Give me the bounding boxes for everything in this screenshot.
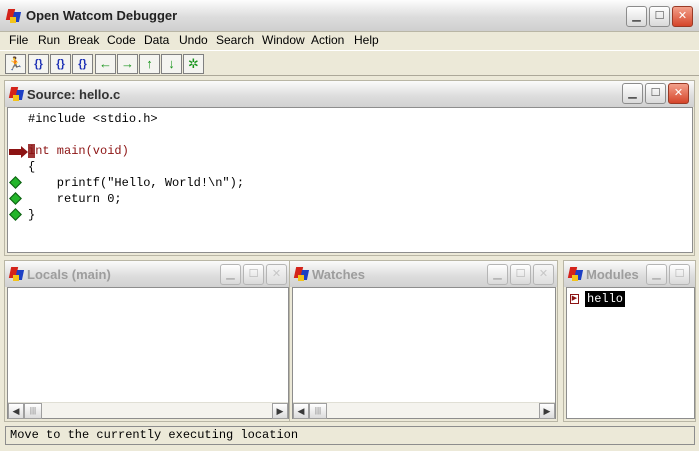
scroll-thumb[interactable]: |||: [309, 403, 327, 419]
down-stack-arrow-icon[interactable]: ↓: [161, 54, 182, 74]
return-to-caller-icon[interactable]: {}: [72, 54, 93, 74]
watches-window[interactable]: Watches ▁ ☐ ✕ ◀ ||| ▶: [289, 260, 558, 422]
up-stack-arrow-icon[interactable]: ↑: [139, 54, 160, 74]
source-window[interactable]: Source: hello.c ▁ ☐ ✕ #include <stdio.h>…: [4, 80, 695, 256]
source-title-bar[interactable]: Source: hello.c ▁ ☐ ✕: [5, 81, 694, 107]
code-line-5[interactable]: printf("Hello, World!\n");: [28, 175, 244, 191]
scroll-left-arrow-icon[interactable]: ◀: [293, 403, 309, 419]
locals-pane[interactable]: ◀ ||| ▶: [7, 287, 289, 419]
watches-minimize-button[interactable]: ▁: [487, 264, 508, 285]
menu-action[interactable]: Action: [311, 33, 344, 47]
scroll-thumb[interactable]: |||: [24, 403, 42, 419]
locals-title: Locals (main): [27, 267, 111, 282]
menu-run[interactable]: Run: [38, 33, 60, 47]
menu-search[interactable]: Search: [216, 33, 254, 47]
main-title-bar[interactable]: Open Watcom Debugger ▁ ☐ ✕: [0, 0, 699, 32]
watches-title: Watches: [312, 267, 365, 282]
modules-title: Modules: [586, 267, 639, 282]
trace-into-icon[interactable]: {}: [50, 54, 71, 74]
watches-pane[interactable]: ◀ ||| ▶: [292, 287, 556, 419]
status-text: Move to the currently executing location: [10, 428, 299, 442]
module-name: hello: [585, 291, 626, 307]
watches-horizontal-scrollbar[interactable]: ◀ ||| ▶: [293, 402, 555, 419]
module-source-icon: ▶: [570, 294, 579, 304]
modules-pane[interactable]: ▶ hello: [566, 287, 695, 419]
menu-window[interactable]: Window: [262, 33, 305, 47]
modules-minimize-button[interactable]: ▁: [646, 264, 667, 285]
menu-break[interactable]: Break: [68, 33, 99, 47]
scroll-left-arrow-icon[interactable]: ◀: [8, 403, 24, 419]
text-caret: [28, 144, 35, 158]
menu-data[interactable]: Data: [144, 33, 169, 47]
mdi-area: Source: hello.c ▁ ☐ ✕ #include <stdio.h>…: [0, 78, 699, 450]
breakpoint-gutter-icon[interactable]: [9, 192, 22, 205]
scroll-right-arrow-icon[interactable]: ▶: [272, 403, 288, 419]
source-title: Source: hello.c: [27, 87, 121, 102]
watches-title-bar[interactable]: Watches ▁ ☐ ✕: [290, 261, 557, 287]
code-line-3[interactable]: int main(void): [28, 143, 129, 159]
watcom-logo-icon: [293, 266, 310, 282]
code-line-1[interactable]: #include <stdio.h>: [28, 111, 158, 127]
app-title: Open Watcom Debugger: [26, 8, 178, 23]
minimize-button[interactable]: ▁: [626, 6, 647, 27]
modules-window[interactable]: Modules ▁ ☐ ▶ hello: [563, 260, 696, 422]
source-maximize-button[interactable]: ☐: [645, 83, 666, 104]
current-line-text: int main(void): [28, 144, 129, 158]
close-button[interactable]: ✕: [672, 6, 693, 27]
locals-maximize-button[interactable]: ☐: [243, 264, 264, 285]
status-bar: Move to the currently executing location: [5, 426, 695, 445]
source-code-pane[interactable]: #include <stdio.h> int main(void) { prin…: [7, 107, 693, 253]
menu-code[interactable]: Code: [107, 33, 136, 47]
menu-undo[interactable]: Undo: [179, 33, 208, 47]
watcom-logo-icon: [8, 266, 25, 282]
locals-title-bar[interactable]: Locals (main) ▁ ☐ ✕: [5, 261, 290, 287]
code-line-6[interactable]: return 0;: [28, 191, 122, 207]
menu-bar: File Run Break Code Data Undo Search Win…: [0, 32, 699, 49]
menu-help[interactable]: Help: [354, 33, 379, 47]
code-line-4[interactable]: {: [28, 159, 35, 175]
modules-maximize-button[interactable]: ☐: [669, 264, 690, 285]
toolbar: 🏃 {} {} {} ← → ↑ ↓ ✲: [0, 50, 699, 76]
module-item-hello[interactable]: ▶ hello: [570, 291, 640, 307]
trace-over-icon[interactable]: {}: [28, 54, 49, 74]
locals-minimize-button[interactable]: ▁: [220, 264, 241, 285]
scroll-right-arrow-icon[interactable]: ▶: [539, 403, 555, 419]
redo-arrow-right-icon[interactable]: →: [117, 54, 138, 74]
watcom-logo-icon[interactable]: [5, 8, 22, 24]
undo-arrow-left-icon[interactable]: ←: [95, 54, 116, 74]
watcom-logo-icon: [8, 86, 25, 102]
watches-maximize-button[interactable]: ☐: [510, 264, 531, 285]
go-icon[interactable]: 🏃: [5, 54, 26, 74]
home-location-icon[interactable]: ✲: [183, 54, 204, 74]
watcom-logo-icon: [567, 266, 584, 282]
modules-title-bar[interactable]: Modules ▁ ☐: [564, 261, 695, 287]
breakpoint-gutter-icon[interactable]: [9, 208, 22, 221]
locals-close-button[interactable]: ✕: [266, 264, 287, 285]
source-minimize-button[interactable]: ▁: [622, 83, 643, 104]
current-location-arrow-icon: [9, 146, 28, 158]
breakpoint-gutter-icon[interactable]: [9, 176, 22, 189]
maximize-button[interactable]: ☐: [649, 6, 670, 27]
source-close-button[interactable]: ✕: [668, 83, 689, 104]
code-line-7[interactable]: }: [28, 207, 35, 223]
watches-close-button[interactable]: ✕: [533, 264, 554, 285]
menu-file[interactable]: File: [9, 33, 28, 47]
locals-horizontal-scrollbar[interactable]: ◀ ||| ▶: [8, 402, 288, 419]
locals-window[interactable]: Locals (main) ▁ ☐ ✕ ◀ ||| ▶: [4, 260, 291, 422]
